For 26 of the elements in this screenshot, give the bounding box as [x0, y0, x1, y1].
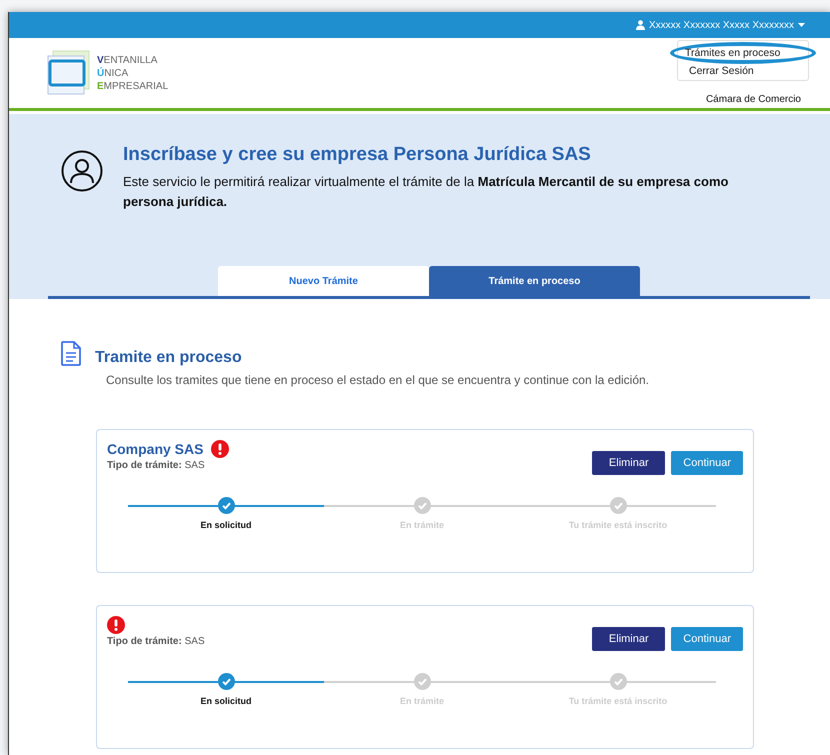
banner-description: Este servicio le permitirá realizar virtualmente el trámite de la Matrícula Mercantil de su empresa como persona jurídica.	[123, 173, 730, 211]
step-label: En solicitud	[200, 520, 252, 530]
logo-text: VENTANILLA	[97, 54, 158, 66]
delete-button[interactable]: Eliminar	[592, 627, 666, 651]
continue-button[interactable]: Continuar	[671, 451, 743, 475]
logo-text: ÚNICA	[97, 66, 130, 80]
caret-icon[interactable]	[798, 23, 805, 27]
logo-text: EMPRESARIAL	[97, 80, 168, 92]
tab[interactable]: Trámite en proceso	[429, 266, 640, 296]
procedure-type: Tipo de trámite: SAS	[107, 636, 205, 647]
user-name[interactable]: Xxxxxx Xxxxxxx Xxxxx Xxxxxxxx	[648, 20, 794, 30]
step-label: En solicitud	[200, 696, 252, 706]
continue-button[interactable]: Continuar	[671, 627, 743, 651]
delete-button[interactable]: Eliminar	[592, 451, 666, 475]
company-name: Company SAS	[107, 441, 204, 457]
menu-item[interactable]: Cerrar Sesión	[678, 64, 808, 79]
user-icon	[61, 150, 103, 192]
document-icon	[61, 341, 81, 366]
procedure-type: Tipo de trámite: SAS	[107, 460, 206, 471]
banner-title: Inscríbase y cree su empresa Persona Jurídica SAS	[123, 144, 592, 166]
tab[interactable]: Nuevo Trámite	[218, 266, 429, 296]
chamber-label: Cámara de Comercio	[706, 94, 801, 105]
user-icon	[636, 20, 645, 30]
menu-item[interactable]: Trámites en proceso	[670, 42, 816, 64]
section-title: Tramite en proceso	[95, 349, 242, 367]
section-subtitle: Consulte los tramites que tiene en proceso el estado en el que se encuentra y continue con la edición.	[106, 373, 650, 387]
